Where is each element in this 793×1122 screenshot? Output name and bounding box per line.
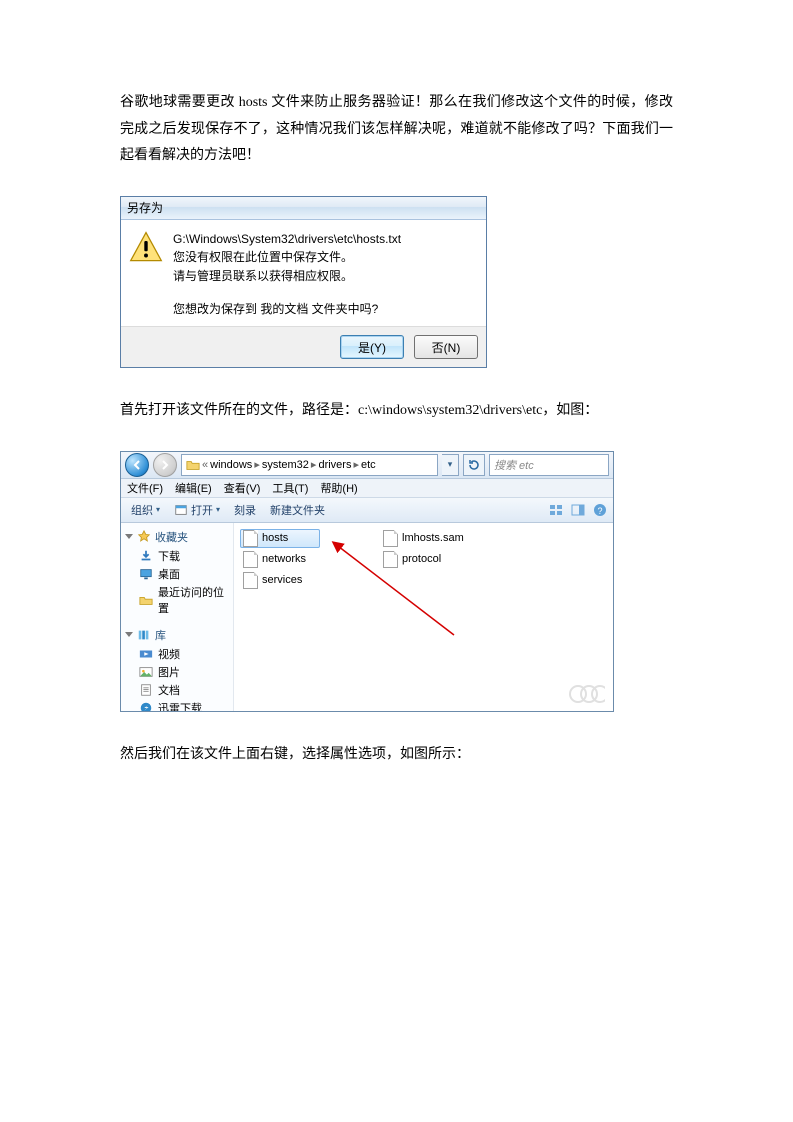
chevron-down-icon [125,632,133,637]
dialog-text: G:\Windows\System32\drivers\etc\hosts.tx… [173,230,401,318]
refresh-button[interactable] [463,454,485,476]
yes-button[interactable]: 是(Y) [340,335,404,359]
file-item-hosts[interactable]: hosts [240,529,320,548]
view-options-icon[interactable] [549,503,563,517]
dialog-line4: 您想改为保存到 我的文档 文件夹中吗? [173,300,401,319]
tree-item-recent[interactable]: 最近访问的位置 [121,583,233,617]
menu-help[interactable]: 帮助(H) [320,480,357,496]
dialog-line2: 您没有权限在此位置中保存文件。 [173,248,401,267]
help-icon[interactable]: ? [593,503,607,517]
library-icon [137,628,151,642]
address-dropdown[interactable]: ▾ [442,454,459,476]
tree-item-xunlei[interactable]: 迅雷下载 [121,699,233,711]
forward-button[interactable] [153,453,177,477]
document-icon [139,683,153,697]
dialog-title: 另存为 [121,197,486,220]
paragraph-2: 首先打开该文件所在的文件，路径是：c:\windows\system32\dri… [120,398,673,425]
file-icon [383,530,398,547]
video-icon [139,647,153,661]
dialog-line3: 请与管理员联系以获得相应权限。 [173,267,401,286]
favorites-section[interactable]: 收藏夹 [121,527,233,547]
dialog-path: G:\Windows\System32\drivers\etc\hosts.tx… [173,230,401,249]
file-icon [383,551,398,568]
breadcrumb[interactable]: system32▸ [262,458,317,471]
menu-edit[interactable]: 编辑(E) [175,480,212,496]
star-icon [137,530,151,544]
menu-view[interactable]: 查看(V) [224,480,261,496]
warning-icon [129,230,163,264]
breadcrumb[interactable]: windows▸ [210,458,260,471]
menu-bar: 文件(F) 编辑(E) 查看(V) 工具(T) 帮助(H) [121,479,613,498]
download-icon [139,549,153,563]
file-item-services[interactable]: services [240,571,320,590]
open-icon [174,503,188,517]
save-as-dialog: 另存为 G:\Windows\System32\drivers\etc\host… [120,196,487,368]
paragraph-1: 谷歌地球需要更改 hosts 文件来防止服务器验证！那么在我们修改这个文件的时候… [120,90,673,170]
address-bar[interactable]: « windows▸ system32▸ drivers▸ etc [181,454,438,476]
search-placeholder: 搜索 etc [494,457,534,473]
tree-item-desktop[interactable]: 桌面 [121,565,233,583]
desktop-icon [139,567,153,581]
command-bar: 组织▾ 打开▾ 刻录 新建文件夹 ? [121,498,613,523]
libraries-section[interactable]: 库 [121,625,233,645]
menu-tools[interactable]: 工具(T) [272,480,308,496]
preview-pane-icon[interactable] [571,503,585,517]
recent-icon [139,593,153,607]
picture-icon [139,665,153,679]
file-icon [243,530,258,547]
search-input[interactable]: 搜索 etc [489,454,609,476]
watermark [569,684,605,707]
tree-item-documents[interactable]: 文档 [121,681,233,699]
dialog-button-row: 是(Y) 否(N) [121,326,486,367]
file-item-networks[interactable]: networks [240,550,320,569]
organize-button[interactable]: 组织▾ [127,500,164,520]
file-icon [243,551,258,568]
breadcrumb[interactable]: drivers▸ [318,458,359,471]
open-button[interactable]: 打开▾ [170,500,224,520]
xunlei-icon [139,701,153,711]
no-button[interactable]: 否(N) [414,335,478,359]
file-list: hosts networks services [234,523,613,711]
tree-item-pictures[interactable]: 图片 [121,663,233,681]
file-item-protocol[interactable]: protocol [380,550,478,569]
tree-item-videos[interactable]: 视频 [121,645,233,663]
menu-file[interactable]: 文件(F) [127,480,163,496]
tree-item-downloads[interactable]: 下载 [121,547,233,565]
paragraph-3: 然后我们在该文件上面右键，选择属性选项，如图所示： [120,742,673,769]
chevron-down-icon [125,534,133,539]
file-item-lmhosts[interactable]: lmhosts.sam [380,529,478,548]
svg-text:?: ? [597,506,602,516]
new-folder-button[interactable]: 新建文件夹 [266,500,329,520]
explorer-window: « windows▸ system32▸ drivers▸ etc ▾ 搜索 e… [120,451,614,712]
file-icon [243,572,258,589]
burn-button[interactable]: 刻录 [230,500,260,520]
explorer-nav-row: « windows▸ system32▸ drivers▸ etc ▾ 搜索 e… [121,452,613,479]
breadcrumb[interactable]: etc [361,459,376,471]
back-button[interactable] [125,453,149,477]
navigation-tree: 收藏夹 下载 桌面 最近访问的位置 [121,523,234,711]
folder-icon [186,458,200,472]
